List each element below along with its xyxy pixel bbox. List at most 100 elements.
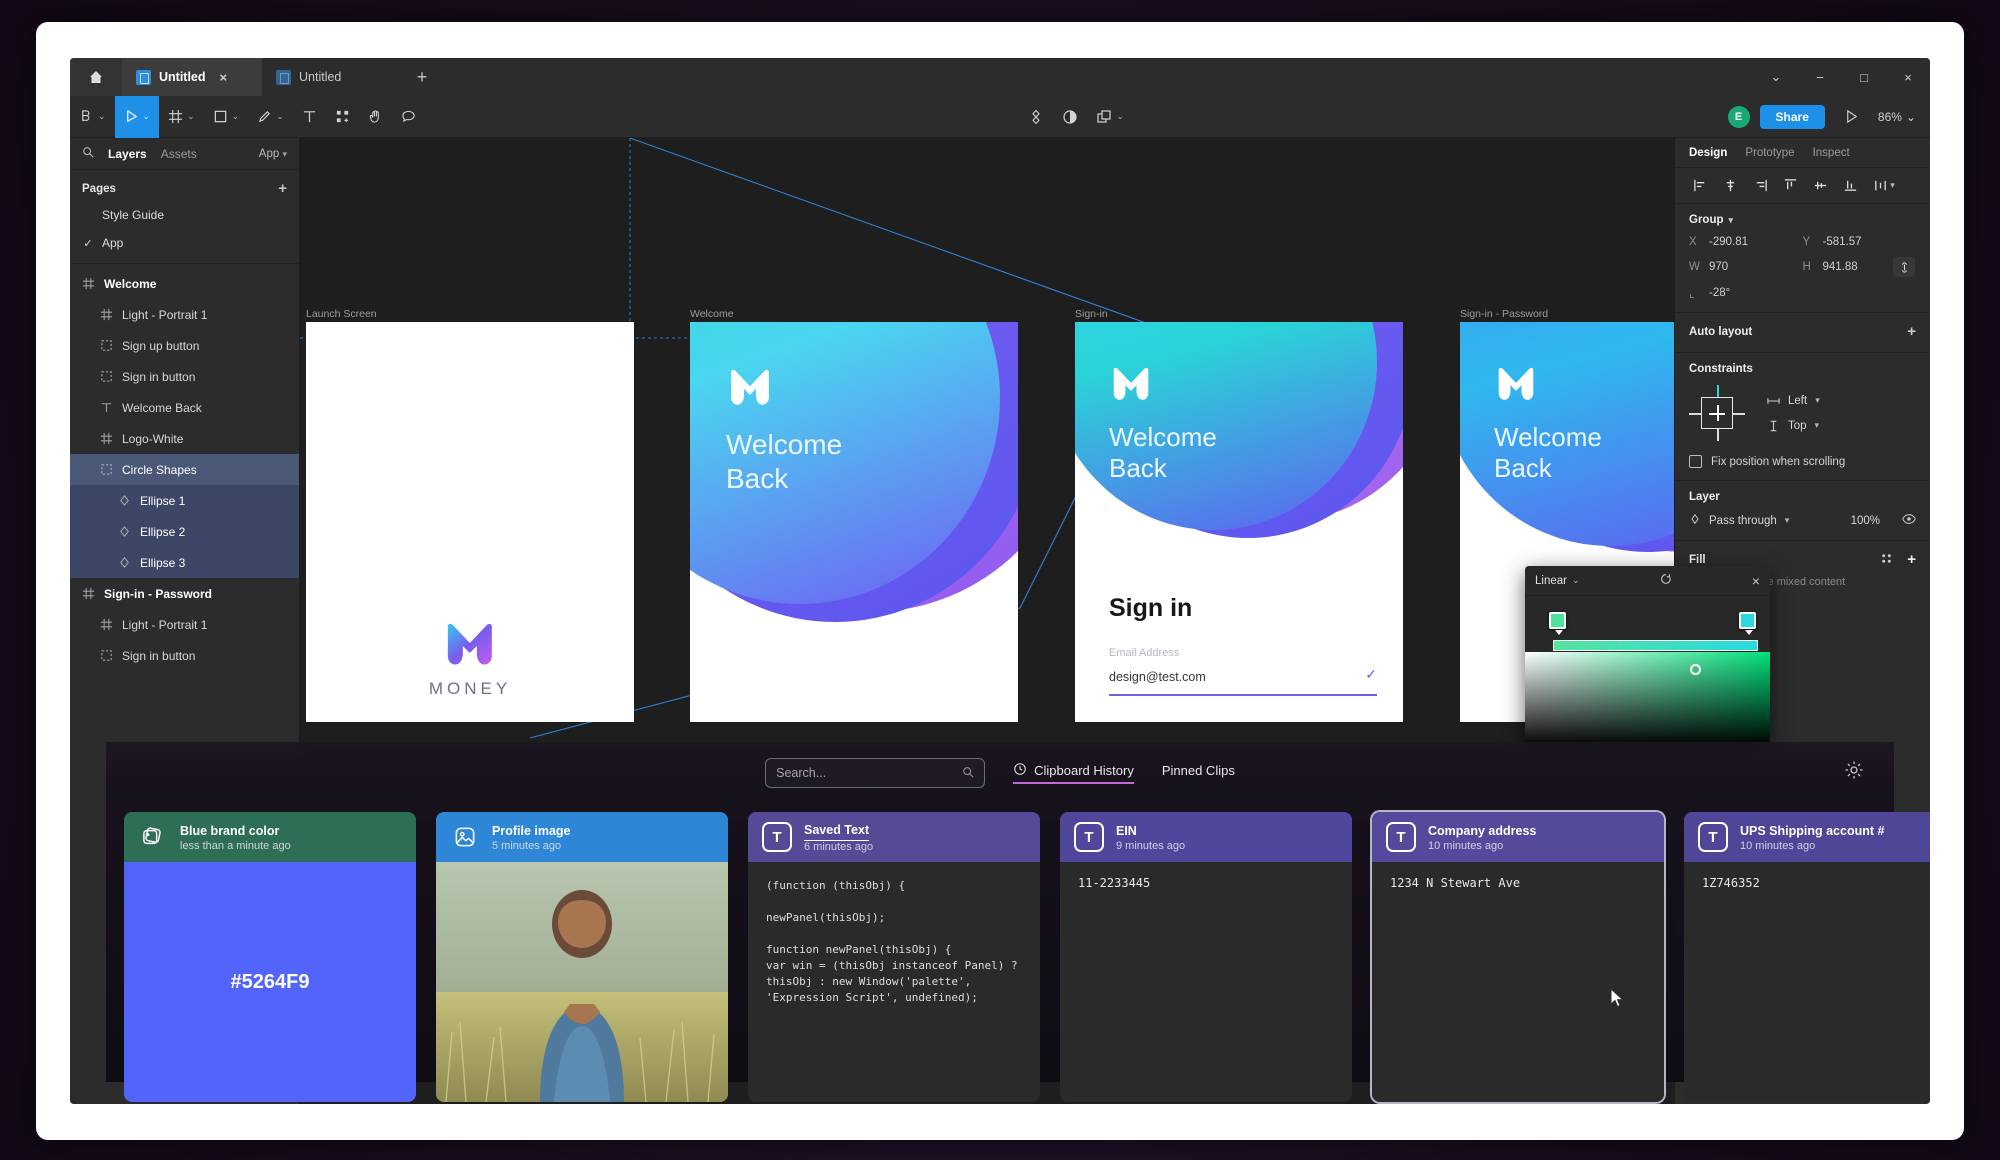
artboard-launch-screen[interactable]: MONEY [306, 322, 634, 722]
menu-icon[interactable]: ⌄ [70, 96, 115, 138]
fix-position-row[interactable]: Fix position when scrolling [1689, 455, 1916, 468]
layer-item-sign-up-button[interactable]: Sign up button [70, 330, 299, 361]
clipboard-card-company-address[interactable]: T Company address 10 minutes ago 1234 N Ste… [1372, 812, 1664, 1102]
chevron-down-icon[interactable]: ⌄ [1572, 575, 1580, 586]
frame-label-welcome[interactable]: Welcome [690, 308, 734, 320]
tab-design[interactable]: Design [1689, 147, 1727, 159]
horizontal-constraint-dropdown[interactable]: Left ▾ [1767, 395, 1820, 407]
tab-layers[interactable]: Layers [108, 147, 147, 161]
artboard-welcome[interactable]: Welcome Back [690, 322, 1018, 722]
h-field[interactable]: H 941.88 [1803, 261, 1894, 273]
comment-tool[interactable] [392, 96, 425, 138]
distribute-menu-icon[interactable]: ▾ [1865, 173, 1903, 199]
app-menu-button[interactable]: App ▾ [259, 148, 287, 160]
constraint-left-handle[interactable] [1689, 412, 1701, 415]
rotation-field[interactable]: ⌞ -28° [1689, 286, 1803, 300]
close-icon[interactable]: × [1740, 573, 1760, 589]
tab-clipboard-history[interactable]: Clipboard History [1013, 762, 1134, 784]
contrast-icon[interactable] [1053, 96, 1087, 138]
hand-tool[interactable] [359, 96, 392, 138]
gradient-stop-start[interactable] [1549, 612, 1566, 635]
y-field[interactable]: Y -581.57 [1803, 236, 1917, 248]
w-field[interactable]: W 970 [1689, 261, 1803, 273]
add-page-button[interactable]: + [278, 180, 287, 197]
new-tab-button[interactable]: + [402, 58, 442, 96]
visibility-eye-icon[interactable] [1888, 513, 1916, 528]
align-left-icon[interactable] [1685, 173, 1715, 199]
clipboard-card-profile-image[interactable]: Profile image 5 minutes ago [436, 812, 728, 1102]
gradient-type-label[interactable]: Linear [1535, 575, 1567, 587]
layer-item-logo-white[interactable]: Logo-White [70, 423, 299, 454]
constraint-right-handle[interactable] [1733, 412, 1745, 415]
page-item-style-guide[interactable]: Style Guide [70, 201, 299, 229]
avatar[interactable]: E [1727, 105, 1750, 128]
color-cursor[interactable] [1690, 664, 1701, 675]
share-button[interactable]: Share [1759, 104, 1825, 129]
gradient-picker-popup[interactable]: Linear ⌄ × [1525, 566, 1770, 746]
gear-icon[interactable] [1844, 760, 1864, 785]
reverse-gradient-icon[interactable] [1648, 573, 1672, 588]
clipboard-card-ein[interactable]: T EIN 9 minutes ago 11-2233445 [1060, 812, 1352, 1102]
present-button[interactable] [1835, 96, 1868, 138]
tab-prototype[interactable]: Prototype [1745, 147, 1794, 159]
chevron-down-icon[interactable]: ⌄ [1754, 58, 1798, 96]
layer-item-welcome-back[interactable]: Welcome Back [70, 392, 299, 423]
layer-item-ellipse-1[interactable]: Ellipse 1 [70, 485, 299, 516]
artboard-signin[interactable]: Welcome Back Sign in Email Address design… [1075, 322, 1403, 722]
components-tool[interactable] [326, 96, 359, 138]
align-vertical-center-icon[interactable] [1805, 173, 1835, 199]
clipboard-card-saved-text[interactable]: T Saved Text 6 minutes ago (function (thisO… [748, 812, 1040, 1102]
constraint-bottom-handle[interactable] [1716, 429, 1719, 441]
layer-item-light-portrait-1[interactable]: Light - Portrait 1 [70, 609, 299, 640]
close-window-icon[interactable]: × [1886, 58, 1930, 96]
layer-item-sign-in-password[interactable]: Sign-in - Password [70, 578, 299, 609]
gradient-preview-bar[interactable] [1553, 640, 1758, 651]
layer-item-ellipse-3[interactable]: Ellipse 3 [70, 547, 299, 578]
clipboard-card-ups-shipping-account[interactable]: T UPS Shipping account # 10 minutes ago 1Z7… [1684, 812, 1930, 1102]
x-field[interactable]: X -290.81 [1689, 236, 1803, 248]
add-fill-button[interactable]: + [1907, 551, 1916, 568]
constraint-box[interactable] [1689, 385, 1745, 441]
lock-aspect-ratio-icon[interactable] [1893, 257, 1916, 277]
align-horizontal-center-icon[interactable] [1715, 173, 1745, 199]
components-library-icon[interactable] [1019, 96, 1053, 138]
search-input[interactable]: Search... [765, 758, 986, 788]
align-bottom-icon[interactable] [1835, 173, 1865, 199]
search-icon[interactable] [962, 766, 974, 781]
constraint-top-handle[interactable] [1716, 385, 1719, 397]
add-auto-layout-button[interactable]: + [1907, 323, 1916, 340]
layer-item-sign-in-button[interactable]: Sign in button [70, 640, 299, 671]
blend-mode-value[interactable]: Pass through [1709, 515, 1777, 527]
saturation-value-field[interactable] [1525, 652, 1770, 746]
pen-tool[interactable]: ⌄ [248, 96, 293, 138]
fill-styles-icon[interactable] [1880, 552, 1893, 568]
page-item-app[interactable]: ✓ App [70, 229, 299, 257]
layer-item-circle-shapes[interactable]: Circle Shapes [70, 454, 299, 485]
email-field[interactable]: design@test.com [1109, 670, 1206, 684]
shape-tool[interactable]: ⌄ [204, 96, 249, 138]
align-top-icon[interactable] [1775, 173, 1805, 199]
maximize-icon[interactable]: □ [1842, 58, 1886, 96]
fix-position-checkbox[interactable] [1689, 455, 1702, 468]
tab-untitled-1[interactable]: Untitled × [122, 58, 262, 96]
layers-stack-icon[interactable]: ⌄ [1087, 96, 1133, 138]
search-icon[interactable] [82, 146, 94, 161]
tab-untitled-2[interactable]: Untitled [262, 58, 402, 96]
zoom-level-control[interactable]: 86% ⌄ [1878, 110, 1916, 124]
layer-item-sign-in-button[interactable]: Sign in button [70, 361, 299, 392]
chevron-down-icon[interactable]: ▾ [1785, 515, 1790, 526]
frame-label-launch-screen[interactable]: Launch Screen [306, 308, 377, 320]
gradient-stops-track[interactable] [1525, 596, 1770, 652]
layer-item-light-portrait-1[interactable]: Light - Portrait 1 [70, 299, 299, 330]
layer-item-ellipse-2[interactable]: Ellipse 2 [70, 516, 299, 547]
frame-tool[interactable]: ⌄ [159, 96, 204, 138]
clipboard-card-blue-brand-color[interactable]: Blue brand color less than a minute ago #5… [124, 812, 416, 1102]
gradient-stop-end[interactable] [1739, 612, 1756, 635]
close-icon[interactable]: × [220, 70, 228, 85]
tab-pinned-clips[interactable]: Pinned Clips [1162, 763, 1235, 783]
move-tool[interactable]: ⌄ [114, 95, 160, 138]
opacity-value[interactable]: 100% [1851, 515, 1880, 527]
minimize-icon[interactable]: − [1798, 58, 1842, 96]
align-right-icon[interactable] [1745, 173, 1775, 199]
home-button[interactable] [70, 58, 122, 96]
